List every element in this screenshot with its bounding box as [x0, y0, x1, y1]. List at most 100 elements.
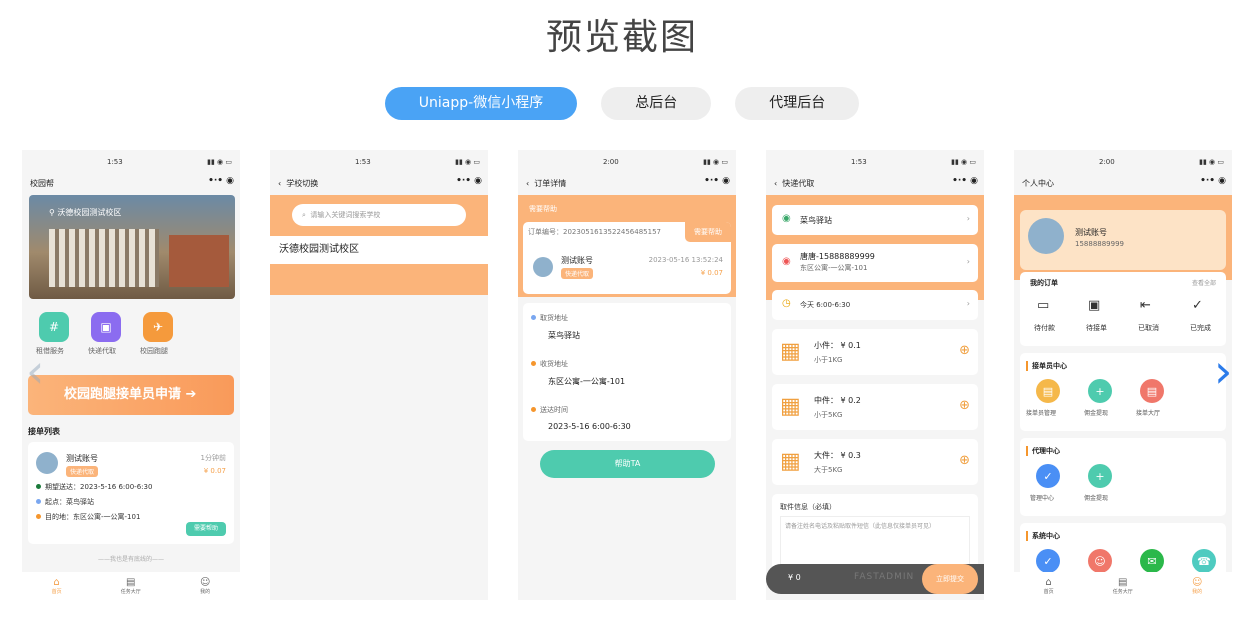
next-arrow-icon[interactable]: › — [1214, 348, 1232, 394]
order-wait[interactable]: 待接单 — [1086, 323, 1107, 333]
size-medium[interactable]: ▦ 中件： ¥ 0.2 小于5KG ⊕ — [772, 384, 978, 430]
station-name: 菜鸟驿站 — [800, 216, 832, 225]
order-pay[interactable]: 待付款 — [1034, 323, 1055, 333]
user-card[interactable]: 测试账号 15888889999 — [1020, 210, 1226, 270]
size-medium-desc: 小于5KG — [814, 411, 843, 419]
capsule-icon[interactable]: •·• ◉ — [1200, 176, 1226, 186]
status-time: 2:00 — [1099, 158, 1115, 166]
contact-name: 唐唐-15888889999 — [800, 252, 875, 261]
order-done[interactable]: 已完成 — [1190, 323, 1211, 333]
capsule-icon[interactable]: •·• ◉ — [208, 176, 234, 186]
pending-icon[interactable]: ▣ — [1088, 298, 1100, 313]
wechat-icon[interactable]: ✉ — [1140, 549, 1164, 573]
capsule-icon[interactable]: •·• ◉ — [704, 176, 730, 186]
size-small-desc: 小于1KG — [814, 356, 843, 364]
size-small[interactable]: ▦ 小件： ¥ 0.1 小于1KG ⊕ — [772, 329, 978, 375]
cancel-icon[interactable]: ⇤ — [1140, 298, 1151, 313]
commission-icon[interactable]: + — [1088, 379, 1112, 403]
tab-mine-label: 我的 — [200, 589, 211, 595]
page-title: 预览截图 — [545, 17, 698, 58]
back-icon[interactable]: ‹ — [526, 179, 529, 188]
help-button[interactable]: 需要帮助 — [186, 522, 226, 536]
done-icon[interactable]: ✓ — [1192, 298, 1203, 313]
add-icon[interactable]: ⊕ — [959, 453, 970, 468]
tab-tasks[interactable]: ▤ 任务大厅 — [121, 577, 141, 595]
shield-icon[interactable]: ✓ — [1036, 464, 1060, 488]
help-ta-button[interactable]: 帮助TA — [540, 450, 715, 478]
info-textarea[interactable]: 请备注姓名电话及粘贴取件短信（此信息仅接单员可见） — [780, 516, 970, 566]
order-card[interactable]: 测试账号 1分钟前 快递代取 ¥ 0.07 期望送达：2023-5-16 6:0… — [28, 442, 234, 544]
nav-title: 订单详情 — [534, 178, 567, 188]
order-cancelled[interactable]: 已取消 — [1138, 323, 1159, 333]
info-card: 取件信息（必填） 请备注姓名电话及粘贴取件短信（此信息仅接单员可见） — [772, 494, 978, 574]
service-express[interactable]: 快递代取 — [88, 346, 116, 356]
size-large[interactable]: ▦ 大件： ¥ 0.3 大于5KG ⊕ — [772, 439, 978, 485]
order-time: 2023-05-16 13:52:24 — [648, 256, 723, 264]
hall-icon[interactable]: ▤ — [1140, 379, 1164, 403]
school-item[interactable]: 沃德校园测试校区 — [270, 236, 488, 264]
back-icon[interactable]: ‹ — [774, 179, 777, 188]
rent-icon[interactable]: # — [39, 312, 69, 342]
search-input[interactable]: ⌕ 请输入关键词搜索学校 — [292, 204, 466, 226]
clipboard-icon: ▤ — [1118, 577, 1128, 588]
nav-bar: ‹ 快递代取 •·• ◉ — [766, 174, 984, 192]
wallet-icon[interactable]: ▭ — [1037, 298, 1049, 313]
tab-home[interactable]: ⌂ 首页 — [52, 577, 62, 595]
building-image — [49, 229, 159, 287]
section1-title: 接单员中心 — [1026, 361, 1067, 371]
avatar — [533, 257, 553, 277]
pickup-value: 菜鸟驿站 — [548, 331, 580, 340]
pickup-label: 取货地址 — [531, 313, 568, 323]
list-title: 接单列表 — [28, 427, 60, 436]
runner-commission[interactable]: 佣金提现 — [1084, 408, 1108, 417]
tab-admin[interactable]: 总后台 — [601, 87, 712, 120]
submit-button[interactable]: 立即提交 — [922, 564, 978, 594]
commission-icon[interactable]: + — [1088, 464, 1112, 488]
status-time: 2:00 — [603, 158, 619, 166]
box-icon: ▦ — [780, 449, 801, 474]
address-card: 取货地址 菜鸟驿站 收货地址 东区公寓-一公寓-101 送达时间 2023-5-… — [523, 303, 731, 441]
order-name: 测试账号 — [561, 256, 593, 265]
prev-arrow-icon[interactable]: ‹ — [26, 348, 44, 394]
service-run[interactable]: 校园跑腿 — [140, 346, 168, 356]
view-all-link[interactable]: 查看全部 — [1192, 278, 1216, 287]
apply-text: 校园跑腿接单员申请 — [64, 387, 182, 402]
watermark: FASTADMIN — [854, 572, 915, 582]
campus-banner[interactable]: ⚲ 沃德校园测试校区 — [29, 195, 235, 299]
time-row[interactable]: ◷ 今天 6:00-6:30 › — [772, 290, 978, 320]
runner-hall[interactable]: 接单大厅 — [1136, 408, 1160, 417]
tab-uniapp[interactable]: Uniapp-微信小程序 — [384, 87, 578, 120]
tab-agent[interactable]: 代理后台 — [735, 87, 860, 120]
tab-home[interactable]: ⌂ 首页 — [1044, 577, 1054, 595]
clipboard-icon: ▤ — [126, 577, 136, 588]
signal-icon: ▮▮ ◉ ▭ — [207, 158, 232, 166]
order-no: 订单编号：20230516135224564851​57 — [528, 228, 661, 236]
express-icon[interactable]: ▣ — [91, 312, 121, 342]
add-icon[interactable]: ⊕ — [959, 343, 970, 358]
back-icon[interactable]: ‹ — [278, 179, 281, 188]
runner-manage-icon[interactable]: ▤ — [1036, 379, 1060, 403]
size-medium-name: 中件： ¥ 0.2 — [814, 396, 861, 405]
receive-label: 收货地址 — [531, 359, 568, 369]
service-icon[interactable]: ☺ — [1088, 549, 1112, 573]
tab-mine[interactable]: ☺ 我的 — [200, 577, 210, 595]
tab-mine[interactable]: ☺ 我的 — [1192, 577, 1202, 595]
add-icon[interactable]: ⊕ — [959, 398, 970, 413]
agent-manage[interactable]: 管理中心 — [1030, 493, 1054, 502]
station-row[interactable]: ◉ 菜鸟驿站 › — [772, 205, 978, 235]
runner-manage[interactable]: 接单员管理 — [1026, 408, 1056, 417]
apply-banner[interactable]: 校园跑腿接单员申请 ➔ — [28, 375, 234, 415]
capsule-icon[interactable]: •·• ◉ — [456, 176, 482, 186]
user-icon: ☺ — [1191, 577, 1203, 588]
phone-order-detail: 2:00 ▮▮ ◉ ▭ ‹ 订单详情 •·• ◉ 需要帮助 订单编号：2023051… — [518, 150, 736, 600]
contact-row[interactable]: ◉ 唐唐-15888889999 东区公寓-一公寓-101 › — [772, 244, 978, 282]
location-icon: ◉ — [782, 213, 791, 224]
box-icon: ▦ — [780, 394, 801, 419]
tab-tasks[interactable]: ▤ 任务大厅 — [1113, 577, 1133, 595]
run-icon[interactable]: ✈ — [143, 312, 173, 342]
shield-icon[interactable]: ✓ — [1036, 549, 1060, 573]
capsule-icon[interactable]: •·• ◉ — [952, 176, 978, 186]
phone-icon[interactable]: ☎ — [1192, 549, 1216, 573]
agent-commission[interactable]: 佣金提现 — [1084, 493, 1108, 502]
status-badge: 需要帮助 — [685, 222, 731, 242]
